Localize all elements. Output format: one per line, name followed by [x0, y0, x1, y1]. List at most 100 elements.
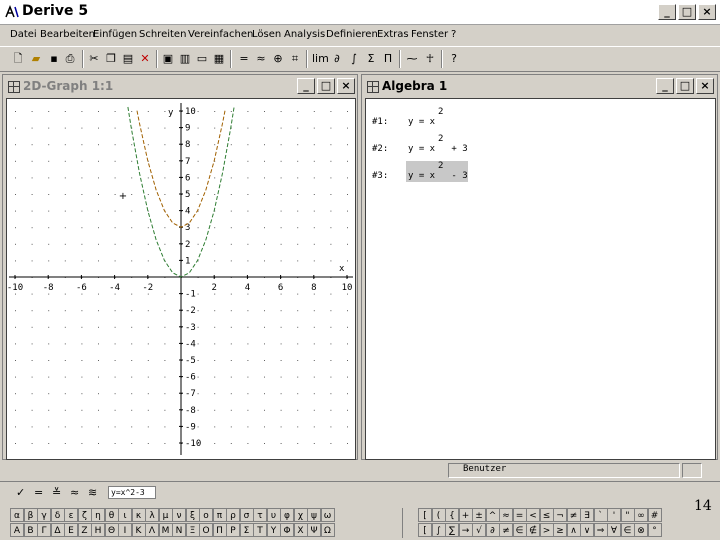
greek-symbol-button[interactable]: Α	[10, 523, 24, 537]
simplify-icon[interactable]: =	[236, 51, 252, 67]
math-symbol-button[interactable]: [	[418, 508, 432, 522]
expression-row-1[interactable]: #1: y = x 2	[372, 107, 712, 129]
greek-symbol-button[interactable]: Ω	[320, 523, 335, 537]
greek-symbol-button[interactable]: κ	[131, 508, 146, 522]
greek-symbol-button[interactable]: Π	[212, 523, 227, 537]
greek-symbol-button[interactable]: λ	[145, 508, 159, 522]
greek-symbol-button[interactable]: δ	[50, 508, 65, 522]
math-symbol-button[interactable]: {	[445, 508, 459, 522]
algebra-close-button[interactable]: ×	[696, 78, 714, 94]
greek-symbol-button[interactable]: ι	[118, 508, 132, 522]
math-symbol-button[interactable]: <	[526, 508, 540, 522]
math-symbol-button[interactable]: ≈	[499, 508, 513, 522]
greek-symbol-button[interactable]: ο	[199, 508, 213, 522]
greek-symbol-button[interactable]: ζ	[77, 508, 92, 522]
algebra-minimize-button[interactable]: _	[656, 78, 674, 94]
menu-vereinfachen[interactable]: Vereinfachen	[188, 29, 253, 40]
menu-fenster[interactable]: Fenster	[411, 29, 448, 40]
author-approximate-icon[interactable]: ≈	[70, 486, 79, 499]
math-symbol-button[interactable]: >	[539, 523, 554, 537]
math-symbol-button[interactable]: ∧	[566, 523, 581, 537]
menu-einfuegen[interactable]: Einfügen	[93, 29, 137, 40]
greek-symbol-button[interactable]: Ξ	[185, 523, 200, 537]
menu-extras[interactable]: Extras	[377, 29, 409, 40]
greek-symbol-button[interactable]: Ε	[64, 523, 78, 537]
math-symbol-button[interactable]: ∈	[620, 523, 635, 537]
insert-expression-icon[interactable]: ▣	[160, 51, 176, 67]
delete-icon[interactable]: ✕	[137, 51, 153, 67]
plot-3d-icon[interactable]: ☥	[422, 51, 438, 67]
menu-analysis[interactable]: Analysis	[284, 29, 325, 40]
math-symbol-button[interactable]: =	[512, 508, 527, 522]
math-symbol-button[interactable]: ±	[472, 508, 486, 522]
print-icon[interactable]: ⎙	[62, 51, 78, 67]
math-symbol-button[interactable]: ∫	[431, 523, 446, 537]
algebra-window-titlebar[interactable]: Algebra 1 _ □ ×	[362, 75, 717, 97]
greek-symbol-button[interactable]: Κ	[131, 523, 146, 537]
greek-symbol-button[interactable]: Τ	[253, 523, 267, 537]
greek-symbol-button[interactable]: χ	[293, 508, 308, 522]
graph-maximize-button[interactable]: □	[317, 78, 335, 94]
math-symbol-button[interactable]: ∉	[526, 523, 540, 537]
math-symbol-button[interactable]: ∂	[485, 523, 500, 537]
copy-icon[interactable]: ❐	[103, 51, 119, 67]
sum-icon[interactable]: Σ	[363, 51, 379, 67]
graph-minimize-button[interactable]: _	[297, 78, 315, 94]
math-symbol-button[interactable]: `	[593, 508, 608, 522]
math-symbol-button[interactable]: (	[431, 508, 446, 522]
math-symbol-button[interactable]: ∨	[580, 523, 594, 537]
greek-symbol-button[interactable]: υ	[266, 508, 281, 522]
graph-plot-area[interactable]: -10 -8 -6 -4 -2 2 4 6 8 10 10 9 8 7 6 5 4 3 2 1 -1 -2 -3 -4 -5 -6…	[6, 98, 356, 460]
derivative-icon[interactable]: ∂	[329, 51, 345, 67]
greek-symbol-button[interactable]: Η	[91, 523, 105, 537]
greek-symbol-button[interactable]: Ν	[172, 523, 186, 537]
solve-icon[interactable]: ⌗	[287, 51, 303, 67]
author-simplify-icon[interactable]: =	[34, 486, 43, 499]
greek-symbol-button[interactable]: Ρ	[226, 523, 240, 537]
math-symbol-button[interactable]: →	[458, 523, 473, 537]
greek-symbol-button[interactable]: ν	[172, 508, 186, 522]
greek-symbol-button[interactable]: ω	[320, 508, 335, 522]
menu-datei[interactable]: Datei	[10, 29, 37, 40]
resize-grip-icon[interactable]	[702, 463, 716, 476]
math-symbol-button[interactable]: ∞	[634, 508, 648, 522]
algebra-worksheet[interactable]: #1: y = x 2 #2: y = x 2 + 3 #3: y = x 2 …	[365, 98, 716, 460]
open-folder-icon[interactable]: ▰	[28, 51, 44, 67]
greek-symbol-button[interactable]: Ο	[199, 523, 213, 537]
greek-symbol-button[interactable]: Χ	[293, 523, 308, 537]
math-symbol-button[interactable]: ¬	[553, 508, 567, 522]
greek-symbol-button[interactable]: Θ	[104, 523, 119, 537]
graph-canvas[interactable]: -10 -8 -6 -4 -2 2 4 6 8 1010987654321-1-2-3-4-5-6…	[7, 99, 355, 459]
limit-icon[interactable]: lim	[312, 51, 329, 67]
math-symbol-button[interactable]: '	[607, 508, 621, 522]
matrix-icon[interactable]: ▦	[211, 51, 227, 67]
insert-text-icon[interactable]: ▥	[177, 51, 193, 67]
greek-symbol-button[interactable]: β	[23, 508, 38, 522]
menu-definieren[interactable]: Definieren	[326, 29, 378, 40]
math-symbol-button[interactable]: ≤	[539, 508, 554, 522]
greek-symbol-button[interactable]: μ	[158, 508, 173, 522]
greek-symbol-button[interactable]: φ	[280, 508, 294, 522]
math-symbol-button[interactable]: +	[458, 508, 473, 522]
math-symbol-button[interactable]: ^	[485, 508, 500, 522]
greek-symbol-button[interactable]: ρ	[226, 508, 240, 522]
maximize-button[interactable]: □	[678, 4, 696, 20]
math-symbol-button[interactable]: #	[647, 508, 662, 522]
greek-symbol-button[interactable]: Σ	[239, 523, 254, 537]
greek-symbol-button[interactable]: Δ	[50, 523, 65, 537]
enter-expression-icon[interactable]: ✓	[16, 486, 25, 499]
greek-symbol-button[interactable]: Φ	[280, 523, 294, 537]
math-symbol-button[interactable]: ∑	[445, 523, 459, 537]
expression-row-3[interactable]: #3: y = x 2 - 3	[372, 161, 712, 183]
greek-symbol-button[interactable]: ψ	[307, 508, 321, 522]
math-symbol-button[interactable]: ≠	[566, 508, 581, 522]
expression-input[interactable]: y=x^2-3	[108, 486, 156, 499]
integral-icon[interactable]: ∫	[346, 51, 362, 67]
expression-row-2[interactable]: #2: y = x 2 + 3	[372, 134, 712, 156]
greek-symbol-button[interactable]: η	[91, 508, 105, 522]
greek-symbol-button[interactable]: Β	[23, 523, 38, 537]
paste-icon[interactable]: ▤	[120, 51, 136, 67]
plot-2d-icon[interactable]: ⁓	[404, 51, 420, 67]
greek-symbol-button[interactable]: Ζ	[77, 523, 92, 537]
algebra-maximize-button[interactable]: □	[676, 78, 694, 94]
